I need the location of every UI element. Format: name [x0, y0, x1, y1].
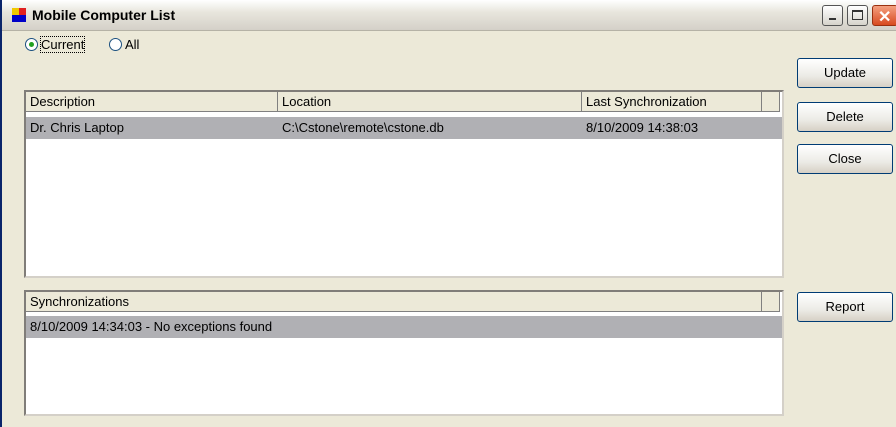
- cell-location: C:\Cstone\remote\cstone.db: [282, 120, 444, 135]
- column-filler: [762, 92, 780, 112]
- column-last-synchronization[interactable]: Last Synchronization: [582, 92, 762, 112]
- radio-all-label: All: [125, 37, 140, 52]
- delete-button[interactable]: Delete: [797, 102, 893, 132]
- close-button-label: Close: [828, 151, 862, 166]
- synchronization-list[interactable]: Synchronizations 8/10/2009 14:34:03 - No…: [24, 290, 784, 416]
- table-row[interactable]: Dr. Chris Laptop C:\Cstone\remote\cstone…: [26, 117, 782, 139]
- report-button[interactable]: Report: [797, 292, 893, 322]
- computer-list-header: Description Location Last Synchronizatio…: [26, 92, 780, 112]
- list-item[interactable]: 8/10/2009 14:34:03 - No exceptions found: [26, 316, 782, 338]
- cell-description: Dr. Chris Laptop: [30, 120, 124, 135]
- radio-all-indicator[interactable]: [109, 38, 122, 51]
- column-synchronizations[interactable]: Synchronizations: [26, 292, 762, 312]
- window-title: Mobile Computer List: [32, 7, 176, 23]
- maximize-button[interactable]: [847, 5, 868, 26]
- radio-all[interactable]: All: [109, 37, 139, 52]
- report-button-label: Report: [825, 299, 865, 314]
- delete-button-label: Delete: [826, 109, 864, 124]
- radio-current[interactable]: Current: [25, 36, 86, 53]
- close-window-button[interactable]: ✕: [872, 5, 896, 26]
- cell-last-sync: 8/10/2009 14:38:03: [586, 120, 699, 135]
- synchronization-list-header: Synchronizations: [26, 292, 780, 312]
- sync-entry-text: 8/10/2009 14:34:03 - No exceptions found: [30, 319, 273, 334]
- column-description[interactable]: Description: [26, 92, 278, 112]
- title-bar[interactable]: Mobile Computer List ✕: [2, 0, 896, 31]
- close-button[interactable]: Close: [797, 144, 893, 174]
- column-filler: [762, 292, 780, 312]
- column-location[interactable]: Location: [278, 92, 582, 112]
- radio-current-label: Current: [39, 36, 86, 53]
- computer-list[interactable]: Description Location Last Synchronizatio…: [24, 90, 784, 278]
- mobile-computer-list-window: Mobile Computer List ✕ Current All Descr…: [0, 0, 896, 427]
- update-button-label: Update: [824, 65, 866, 80]
- update-button[interactable]: Update: [797, 58, 893, 88]
- app-icon: [12, 8, 26, 22]
- radio-current-indicator[interactable]: [25, 38, 38, 51]
- close-icon: ✕: [878, 9, 892, 26]
- minimize-button[interactable]: [822, 5, 843, 26]
